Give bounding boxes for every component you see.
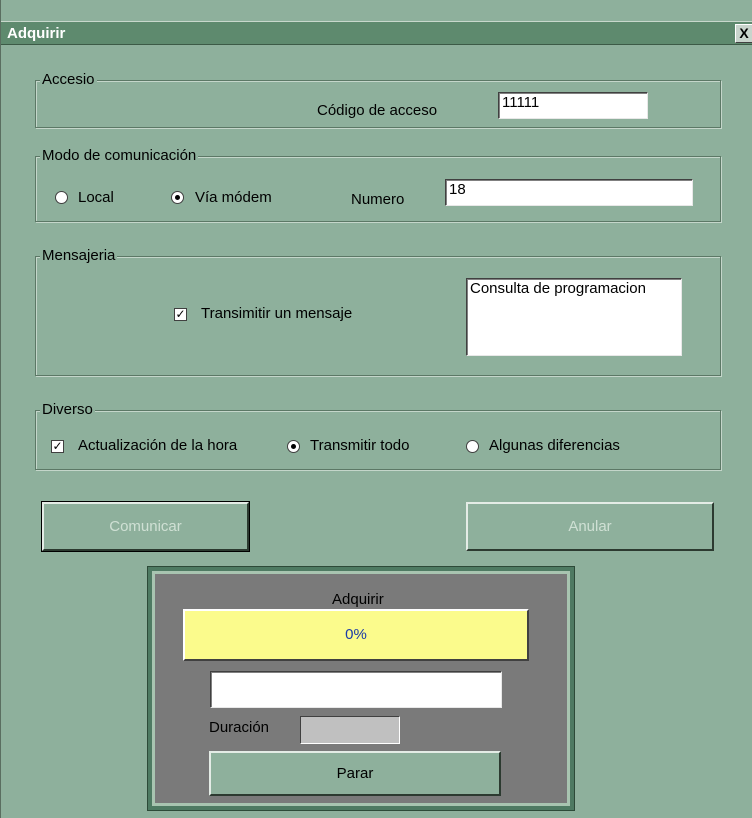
progress-bar: 0%	[183, 609, 529, 661]
check-icon: ✓	[52, 439, 63, 453]
mensajeria-legend: Mensajeria	[40, 247, 118, 265]
progress-panel: Adquirir 0% Duración Parar	[148, 567, 574, 810]
update-time-label: Actualización de la hora	[78, 437, 238, 454]
acceso-legend: Accesio	[40, 71, 97, 89]
transmit-message-label: Transimitir un mensaje	[201, 305, 353, 322]
anular-button[interactable]: Anular	[466, 502, 714, 551]
access-code-label: Código de acceso	[317, 102, 438, 119]
transmit-all-label: Transmitir todo	[310, 437, 410, 454]
transmit-message-checkbox[interactable]: ✓	[174, 308, 187, 321]
some-differences-radio[interactable]	[466, 440, 479, 453]
update-time-checkbox[interactable]: ✓	[51, 440, 64, 453]
radio-dot-icon	[175, 195, 180, 200]
duracion-label: Duración	[209, 719, 270, 736]
message-textarea[interactable]: Consulta de programacion	[466, 278, 682, 356]
duracion-field	[300, 716, 400, 744]
via-modem-label: Vía módem	[195, 189, 272, 206]
via-modem-radio[interactable]	[171, 191, 184, 204]
parar-button-label: Parar	[336, 765, 374, 782]
local-label: Local	[78, 189, 114, 206]
anular-button-label: Anular	[568, 518, 612, 535]
dialog-window: Adquirir X Accesio Código de acceso 1111…	[0, 0, 752, 818]
close-icon[interactable]: X	[735, 24, 752, 43]
progress-panel-title: Adquirir	[332, 591, 384, 608]
comunicar-button[interactable]: Comunicar	[41, 501, 250, 552]
modo-legend: Modo de comunicación	[40, 147, 199, 165]
numero-input[interactable]: 18	[445, 179, 693, 206]
comunicar-button-label: Comunicar	[109, 518, 182, 535]
check-icon: ✓	[175, 307, 186, 321]
transmit-all-radio[interactable]	[287, 440, 300, 453]
some-differences-label: Algunas diferencias	[489, 437, 620, 454]
parar-button[interactable]: Parar	[209, 751, 501, 796]
status-field	[210, 671, 502, 708]
access-code-input[interactable]: 11111	[498, 92, 648, 119]
title-bar[interactable]: Adquirir X	[1, 21, 752, 45]
diverso-legend: Diverso	[40, 401, 95, 419]
local-radio[interactable]	[55, 191, 68, 204]
window-title: Adquirir	[7, 25, 66, 42]
progress-percent: 0%	[345, 626, 367, 643]
radio-dot-icon	[291, 444, 296, 449]
numero-label: Numero	[351, 191, 405, 208]
